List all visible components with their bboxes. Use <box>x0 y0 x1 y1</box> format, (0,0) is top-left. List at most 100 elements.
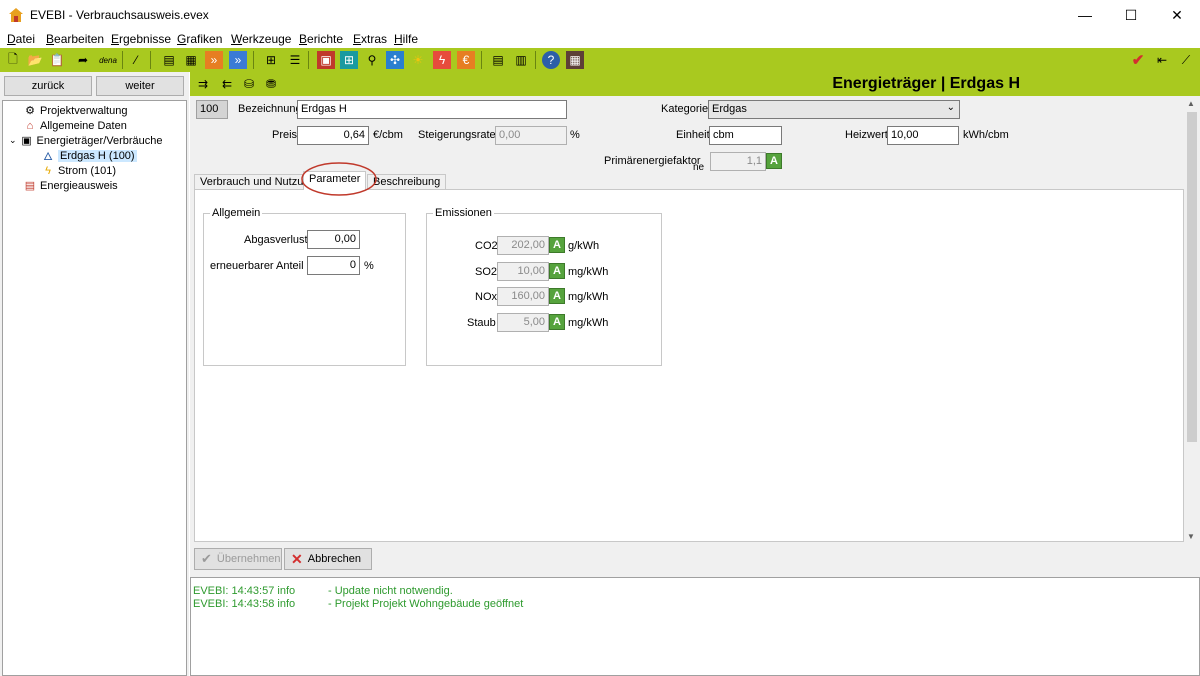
maximize-button[interactable]: ☐ <box>1108 0 1154 30</box>
erneuerbarer-anteil-label: erneuerbarer Anteil <box>210 260 304 272</box>
fan-icon[interactable]: ✣ <box>386 51 404 69</box>
vertical-scrollbar[interactable]: ▲ ▼ <box>1184 96 1200 544</box>
erneuerbarer-anteil-input[interactable]: 0 <box>307 256 360 275</box>
abgasverlust-label: Abgasverlust <box>244 234 308 246</box>
left-panel: zurück weiter ⚙ Projektverwaltung ⌂ Allg… <box>0 72 189 676</box>
heizwert-input[interactable]: 10,00 <box>887 126 959 145</box>
database-icon[interactable]: ⛁ <box>240 75 258 93</box>
notes-icon[interactable]: ▤ <box>489 51 507 69</box>
abgasverlust-input[interactable]: 0,00 <box>307 230 360 249</box>
einheit-label: Einheit <box>676 129 710 141</box>
scroll-down-icon[interactable]: ▼ <box>1187 532 1195 541</box>
heizwert-unit: kWh/cbm <box>963 129 1009 141</box>
report-icon[interactable]: ▦ <box>182 51 200 69</box>
forward-button[interactable]: weiter <box>96 76 184 96</box>
tree-item-strom[interactable]: ϟ Strom (101) <box>41 163 116 178</box>
document-icon[interactable]: ▤ <box>160 51 178 69</box>
toolbar-separator <box>481 51 482 69</box>
co2-label: CO2 <box>475 240 498 252</box>
bezeichnung-input[interactable]: Erdgas H <box>297 100 567 119</box>
so2-input[interactable]: 10,00 <box>497 262 549 281</box>
toolbar-separator <box>535 51 536 69</box>
calculator-icon[interactable]: ▦ <box>566 51 584 69</box>
kategorie-select[interactable]: Erdgas ⌄ <box>708 100 960 119</box>
nox-input[interactable]: 160,00 <box>497 287 549 306</box>
database-import-icon[interactable]: ⛃ <box>262 75 280 93</box>
scroll-up-icon[interactable]: ▲ <box>1187 99 1195 108</box>
bezeichnung-label: Bezeichnung <box>238 103 302 115</box>
primaerenergiefaktor-input[interactable]: 1,1 <box>710 152 766 171</box>
apply-button[interactable]: ✔ Übernehmen <box>194 548 282 570</box>
list-icon[interactable]: ☰ <box>286 51 304 69</box>
so2-unit: mg/kWh <box>568 266 609 278</box>
primaerenergiefaktor-sub: ne <box>693 162 705 173</box>
hierarchy-icon[interactable]: ⊞ <box>262 51 280 69</box>
auto-button[interactable]: A <box>766 153 782 169</box>
navigation-tree: ⚙ Projektverwaltung ⌂ Allgemeine Daten ⌄… <box>2 100 187 676</box>
staub-input[interactable]: 5,00 <box>497 313 549 332</box>
co2-input[interactable]: 202,00 <box>497 236 549 255</box>
sun-icon[interactable]: ☀ <box>409 51 427 69</box>
log-source: EVEBI: 14:43:57 info <box>193 585 296 597</box>
forward-orange-icon[interactable]: » <box>205 51 223 69</box>
menu-werkzeuge[interactable]: Werkzeuge <box>231 32 291 46</box>
menu-extras[interactable]: Extras <box>353 32 387 46</box>
einheit-input[interactable]: cbm <box>709 126 782 145</box>
remove-item-icon[interactable]: ⇇ <box>218 75 236 93</box>
tab-beschreibung[interactable]: Beschreibung <box>367 174 447 190</box>
lightning-icon: ϟ <box>45 164 51 177</box>
new-file-icon[interactable]: 🗋 <box>4 51 22 69</box>
tree-item-projektverwaltung[interactable]: ⚙ Projektverwaltung <box>23 103 127 118</box>
so2-auto-button[interactable]: A <box>549 263 565 279</box>
kategorie-label: Kategorie <box>661 103 709 115</box>
lightning-icon[interactable]: ϟ <box>433 51 451 69</box>
preis-input[interactable]: 0,64 <box>297 126 369 145</box>
house-icon: ⌂ <box>26 119 34 132</box>
forward-blue-icon[interactable]: » <box>229 51 247 69</box>
graph-icon[interactable]: ⟋ <box>1177 51 1195 69</box>
menu-hilfe[interactable]: Hilfe <box>394 32 418 46</box>
menu-grafiken[interactable]: Grafiken <box>177 32 222 46</box>
tree-item-energieausweis[interactable]: ▤ Energieausweis <box>23 178 118 193</box>
toolbar-separator <box>253 51 254 69</box>
menu-datei[interactable]: Datei <box>7 32 35 46</box>
toolbar-separator <box>122 51 123 69</box>
scrollbar-thumb[interactable] <box>1187 112 1197 442</box>
open-folder-icon[interactable]: 📂 <box>26 51 44 69</box>
menu-berichte[interactable]: Berichte <box>299 32 343 46</box>
emissionen-group: Emissionen CO2 202,00 A g/kWh SO2 10,00 … <box>426 207 662 366</box>
export-arrow-icon[interactable]: ➦ <box>74 51 92 69</box>
clipboard-icon[interactable]: 📋 <box>48 51 66 69</box>
tree-item-energietraeger[interactable]: ⌄ ▣ Energieträger/Verbräuche <box>9 133 163 148</box>
euro-icon[interactable]: € <box>457 51 475 69</box>
co2-auto-button[interactable]: A <box>549 237 565 253</box>
exit-icon[interactable]: ⇤ <box>1153 51 1171 69</box>
dena-icon[interactable]: dena <box>96 51 120 69</box>
help-icon[interactable]: ? <box>542 51 560 69</box>
magnifier-icon[interactable]: ⚲ <box>363 51 381 69</box>
staub-auto-button[interactable]: A <box>549 314 565 330</box>
toolbar: 🗋 📂 📋 ➦ dena ⁄ ▤ ▦ » » ⊞ ☰ ▣ ⊞ ⚲ ✣ ☀ ϟ €… <box>0 48 1200 72</box>
tree-item-erdgas[interactable]: 🜂 Erdgas H (100) <box>41 148 137 163</box>
checkmark-icon[interactable]: ✔ <box>1129 51 1147 69</box>
staub-unit: mg/kWh <box>568 317 609 329</box>
chevron-down-icon[interactable]: ⌄ <box>9 135 17 146</box>
menu-ergebnisse[interactable]: Ergebnisse <box>111 32 171 46</box>
grid-teal-icon[interactable]: ⊞ <box>340 51 358 69</box>
allgemein-title: Allgemein <box>210 207 263 219</box>
back-button[interactable]: zurück <box>4 76 92 96</box>
erneuerbarer-anteil-unit: % <box>364 260 374 272</box>
log-panel: EVEBI: 14:43:57 info - Update nicht notw… <box>190 577 1200 676</box>
add-item-icon[interactable]: ⇉ <box>194 75 212 93</box>
menu-bearbeiten[interactable]: Bearbeiten <box>46 32 104 46</box>
header-bar: ⇉ ⇇ ⛁ ⛃ Energieträger | Erdgas H <box>190 72 1200 96</box>
nox-auto-button[interactable]: A <box>549 288 565 304</box>
wand-icon[interactable]: ⁄ <box>127 51 145 69</box>
chart-report-icon[interactable]: ▥ <box>512 51 530 69</box>
close-button[interactable]: ✕ <box>1154 0 1200 30</box>
tree-item-allgemeine-daten[interactable]: ⌂ Allgemeine Daten <box>23 118 127 133</box>
minimize-button[interactable]: — <box>1062 0 1108 30</box>
steigerungsrate-input[interactable]: 0,00 <box>495 126 567 145</box>
window-red-icon[interactable]: ▣ <box>317 51 335 69</box>
cancel-button[interactable]: ✕ Abbrechen <box>284 548 372 570</box>
